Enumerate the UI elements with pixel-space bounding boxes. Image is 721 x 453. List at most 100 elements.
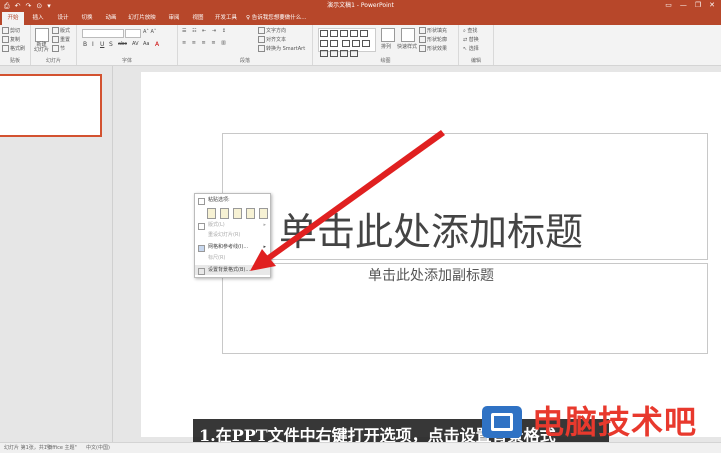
tab-transitions[interactable]: 切换	[76, 12, 98, 25]
arrange-icon[interactable]	[381, 28, 395, 42]
new-slide-icon[interactable]	[35, 28, 49, 42]
paste-keep-theme-icon[interactable]	[207, 208, 216, 219]
underline-button[interactable]: U	[100, 41, 104, 48]
find-label: 查找	[467, 28, 478, 34]
paste-options-header: 粘贴选项:	[195, 195, 270, 205]
bold-button[interactable]: B	[83, 41, 87, 48]
italic-button[interactable]: I	[92, 41, 94, 48]
reset-button[interactable]: 重置	[52, 36, 70, 43]
font-color-button[interactable]: A	[155, 41, 159, 48]
shape-effects-button[interactable]: 形状效果	[419, 45, 447, 52]
section-label: 节	[60, 46, 66, 52]
editing-group-label: 编辑	[470, 58, 481, 64]
paste-text-only-icon[interactable]	[259, 208, 268, 219]
layout-label: 版式	[60, 28, 71, 34]
watermark: 电脑技术吧	[482, 401, 721, 443]
submenu-arrow-icon: ▸	[263, 222, 266, 228]
align-buttons[interactable]: ≡ ≡ ≡ ≡ ▥	[182, 40, 228, 46]
menu-item-ruler[interactable]: 标尺(R)	[195, 253, 270, 263]
brush-icon	[2, 45, 9, 52]
drawing-group: 排列 快速样式 形状填充 形状轮廓 形状效果 绘图	[313, 25, 459, 65]
monitor-logo-icon	[482, 406, 522, 438]
pen-icon	[419, 36, 426, 43]
tell-me-box[interactable]: ♀ 告诉我您想要做什么...	[246, 12, 307, 25]
change-case-button[interactable]: Aa	[143, 41, 149, 47]
pane-divider[interactable]	[112, 66, 113, 442]
tab-animations[interactable]: 动画	[100, 12, 122, 25]
paste-icon	[198, 198, 205, 205]
ribbon: 剪切 复制 格式刷 贴板 新建 幻灯片 版式 重置 节 幻灯片 A˄ A˅ B …	[0, 25, 721, 66]
tab-design[interactable]: 设计	[52, 12, 74, 25]
copy-icon	[2, 36, 9, 43]
tab-home[interactable]: 开始	[2, 12, 24, 25]
format-background-icon	[198, 268, 205, 275]
text-direction-label: 文字方向	[266, 28, 287, 34]
tab-slideshow[interactable]: 幻灯片放映	[124, 12, 160, 25]
paste-embed-icon[interactable]	[246, 208, 255, 219]
format-painter-button[interactable]: 格式刷	[2, 45, 25, 52]
section-button[interactable]: 节	[52, 45, 65, 52]
menu-item-format-background-label: 设置背景格式(B)...	[208, 267, 251, 273]
scissors-icon	[2, 27, 9, 34]
select-button[interactable]: ↖ 选择	[463, 45, 479, 52]
font-group-label: 字体	[121, 58, 132, 64]
select-label: 选择	[468, 46, 479, 52]
tab-review[interactable]: 审阅	[163, 12, 185, 25]
format-painter-label: 格式刷	[10, 46, 26, 52]
replace-button[interactable]: ⇄ 替换	[463, 36, 479, 43]
shapes-gallery[interactable]	[318, 28, 376, 57]
ribbon-display-options-icon[interactable]: ▭	[665, 1, 672, 10]
paste-options-label: 粘贴选项:	[208, 197, 230, 203]
layout-button[interactable]: 版式	[52, 27, 70, 34]
grow-font-icon[interactable]: A˄ A˅	[143, 29, 156, 35]
quick-styles-icon[interactable]	[401, 28, 415, 42]
paste-picture-icon[interactable]	[233, 208, 242, 219]
title-bar: ⎙ ↶ ↷ ⊙ ▾ 演示文稿1 - PowerPoint ▭ — ❐ ✕	[0, 0, 721, 12]
list-buttons[interactable]: ☰ ☷ ⇤ ⇥ ↕	[182, 28, 228, 34]
char-spacing-button[interactable]: AV	[132, 41, 139, 47]
context-menu: 粘贴选项: 版式(L) ▸ 重设幻灯片(R) 网格和参考线(I)... ▸ 标尺…	[194, 193, 271, 278]
copy-button[interactable]: 复制	[2, 36, 20, 43]
smartart-button[interactable]: 转换为 SmartArt	[258, 45, 305, 52]
effects-icon	[419, 45, 426, 52]
smartart-icon	[258, 45, 265, 52]
new-slide-button[interactable]: 新建 幻灯片	[34, 43, 49, 53]
clipboard-group: 剪切 复制 格式刷 贴板	[0, 25, 31, 65]
menu-item-grid-guides-label: 网格和参考线(I)...	[208, 244, 249, 250]
paragraph-group-label: 段落	[239, 58, 250, 64]
menu-item-reset-slide[interactable]: 重设幻灯片(R)	[195, 230, 270, 240]
reset-label: 重置	[60, 37, 71, 43]
paste-keep-format-icon[interactable]	[220, 208, 229, 219]
menu-item-layout[interactable]: 版式(L) ▸	[195, 220, 270, 230]
arrange-button[interactable]: 排列	[381, 43, 391, 50]
slide-thumbnail[interactable]	[0, 74, 102, 137]
tab-view[interactable]: 视图	[187, 12, 209, 25]
tab-insert[interactable]: 插入	[26, 12, 50, 25]
shape-fill-button[interactable]: 形状填充	[419, 27, 447, 34]
paint-bucket-icon	[419, 27, 426, 34]
shape-outline-label: 形状轮廓	[427, 37, 448, 43]
cut-button[interactable]: 剪切	[2, 27, 20, 34]
menu-item-grid-guides[interactable]: 网格和参考线(I)... ▸	[195, 242, 270, 252]
find-button[interactable]: ⌕ 查找	[463, 27, 477, 34]
restore-icon[interactable]: ❐	[695, 1, 701, 10]
minimize-icon[interactable]: —	[680, 1, 687, 10]
slide-thumbnail-pane	[0, 66, 113, 442]
shape-outline-button[interactable]: 形状轮廓	[419, 36, 447, 43]
font-name-box[interactable]	[82, 29, 124, 38]
strikethrough-button[interactable]: abc	[118, 41, 127, 47]
shape-fill-label: 形状填充	[427, 28, 448, 34]
drawing-group-label: 绘图	[380, 58, 391, 64]
font-size-box[interactable]	[125, 29, 141, 38]
align-text-button[interactable]: 对齐文本	[258, 36, 286, 43]
tab-developer[interactable]: 开发工具	[211, 12, 241, 25]
menu-item-format-background[interactable]: 设置背景格式(B)...	[195, 265, 270, 275]
quick-styles-button[interactable]: 快速样式	[397, 43, 417, 50]
text-direction-button[interactable]: 文字方向	[258, 27, 286, 34]
close-icon[interactable]: ✕	[709, 1, 715, 10]
paste-option-icons	[207, 208, 268, 219]
replace-label: 替换	[468, 37, 479, 43]
shadow-button[interactable]: S	[109, 41, 113, 48]
window-title: 演示文稿1 - PowerPoint	[327, 2, 394, 9]
status-bar: 幻灯片 第1张，共1张 "Office 主题" 中文(中国)	[0, 442, 721, 453]
